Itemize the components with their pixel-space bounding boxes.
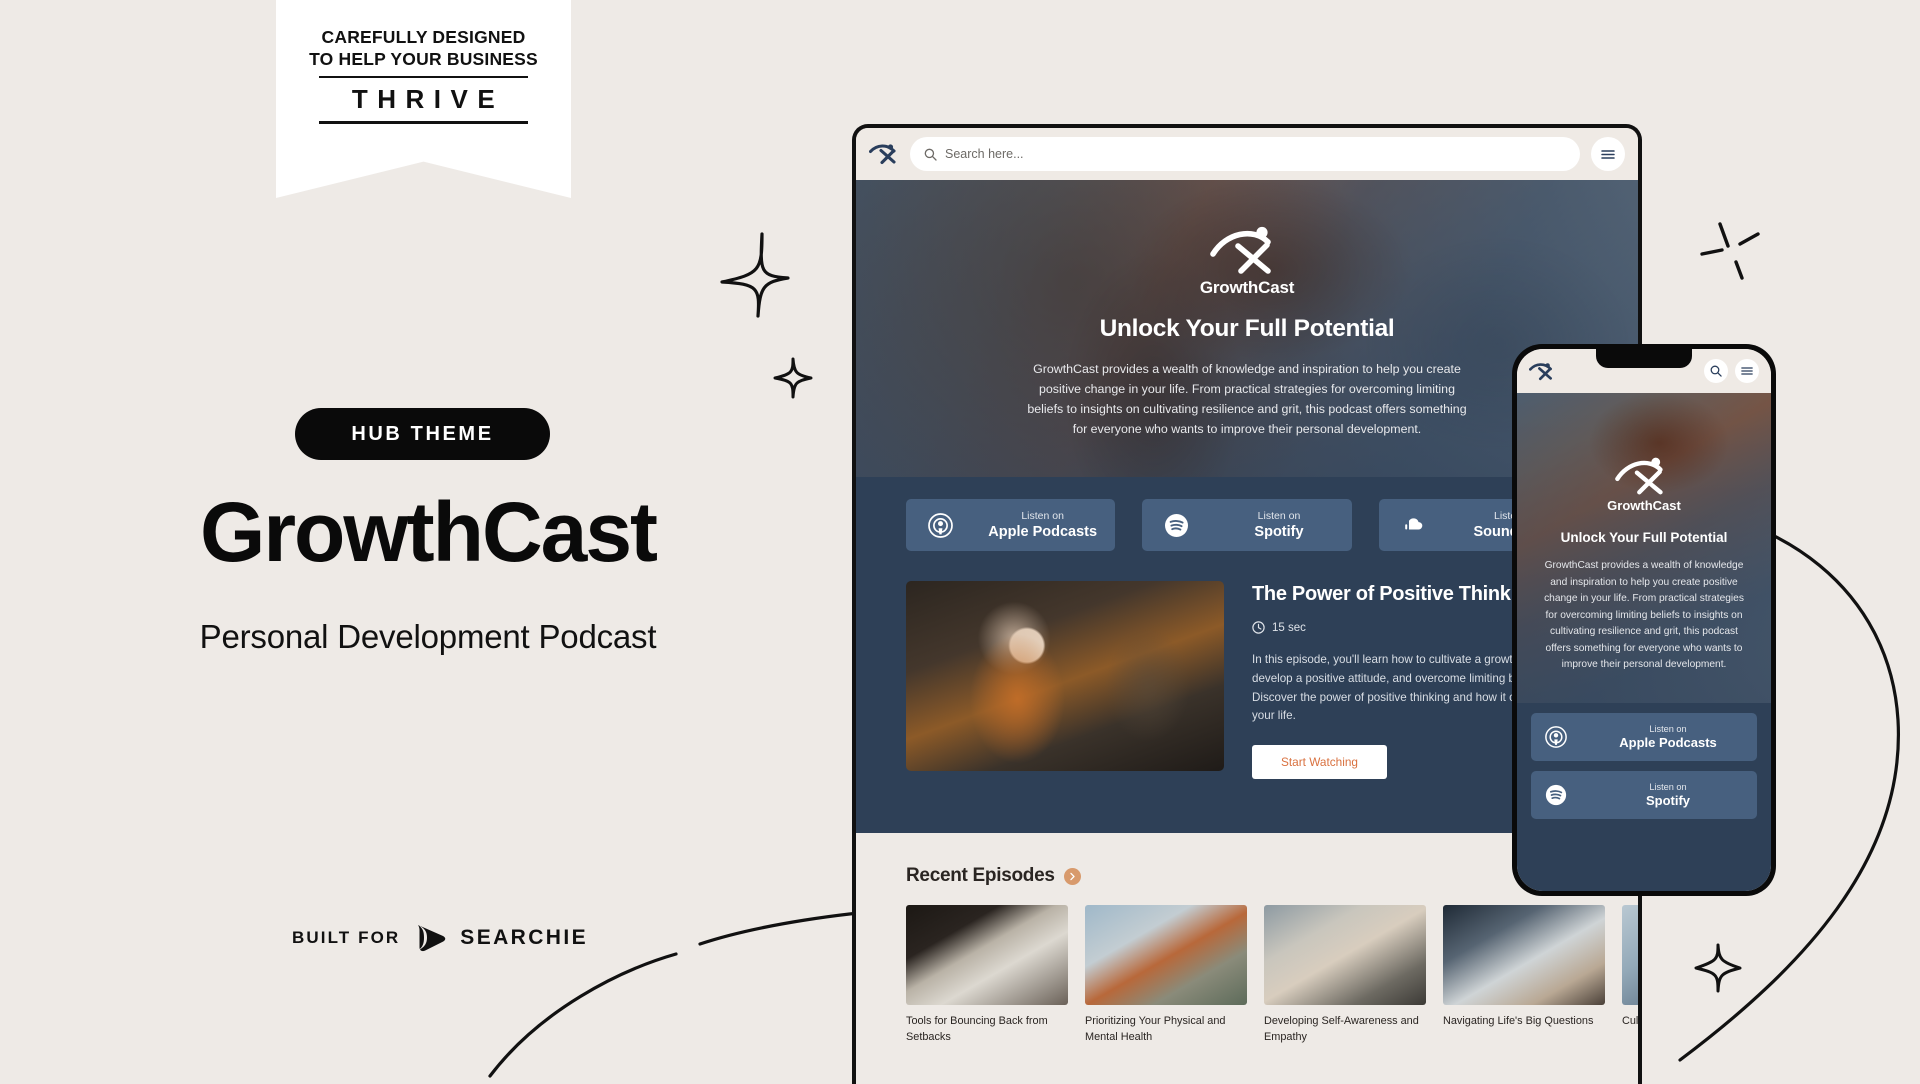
listen-prefix: Listen on [1257,510,1301,523]
built-for-block: BUILT FOR SEARCHIE [292,922,588,953]
platform-name: Apple Podcasts [988,523,1098,540]
featured-episode-duration: 15 sec [1272,621,1306,634]
phone-hero-paragraph: GrowthCast provides a wealth of knowledg… [1544,560,1744,671]
phone-listen-spotify-button[interactable]: Listen on Spotify [1531,771,1757,819]
built-for-label: BUILT FOR [292,927,401,947]
phone-search-button[interactable] [1704,359,1728,383]
episode-title: Prioritizing Your Physical and Mental He… [1085,1015,1226,1043]
search-icon [1710,365,1722,377]
episode-thumbnail [1085,905,1247,1006]
platform-name: Spotify [1254,523,1304,540]
spotify-icon [1545,784,1567,806]
growthcast-logo-icon [1210,226,1271,274]
hero-brand-name: GrowthCast [1199,278,1295,297]
listen-spotify-button[interactable]: Listen on Spotify [1142,499,1352,551]
browser-header: Search here... [856,128,1638,180]
platform-name: Apple Podcasts [1619,735,1717,751]
built-for-brand: SEARCHIE [460,925,589,949]
ribbon-line-1: CAREFULLY DESIGNED [321,27,526,47]
ribbon-divider-bottom [319,121,528,124]
episode-title: Cultivating [1622,1015,1642,1028]
chevron-right-icon [1069,872,1075,880]
growthcast-logo-icon[interactable] [1529,362,1555,381]
spotify-icon [1165,513,1189,537]
recent-episodes-header: Recent Episodes [906,865,1588,887]
soundcloud-icon [1404,517,1422,529]
hamburger-icon [1601,149,1615,159]
phone-listen-apple-podcasts-button[interactable]: Listen on Apple Podcasts [1531,713,1757,761]
phone-platform-links: Listen on Apple Podcasts Listen on Spoti… [1517,703,1771,891]
episode-title: Tools for Bouncing Back from Setbacks [906,1015,1048,1043]
hero-brand-block: GrowthCast [1200,224,1294,298]
apple-podcasts-icon [928,512,953,538]
start-watching-button[interactable]: Start Watching [1252,745,1387,780]
episode-card[interactable]: Developing Self-Awareness and Empathy [1264,905,1426,1045]
sparkle-burst-icon [1700,222,1760,280]
episode-card[interactable]: Cultivating [1622,905,1642,1045]
clock-icon [1252,621,1265,634]
search-input[interactable]: Search here... [910,137,1580,171]
poster-stage: CAREFULLY DESIGNED TO HELP YOUR BUSINESS… [0,0,1920,1084]
episode-thumbnail [1264,905,1426,1006]
growthcast-logo-icon [1615,457,1663,495]
phone-hero-section: GrowthCast Unlock Your Full Potential Gr… [1517,393,1771,703]
episode-title: Developing Self-Awareness and Empathy [1264,1015,1419,1043]
searchie-logo-icon [418,925,446,952]
apple-podcasts-icon [1545,726,1567,748]
ribbon-divider-top [319,75,528,79]
episode-thumbnail [906,905,1068,1006]
menu-button[interactable] [1591,137,1625,171]
sparkle-tiny-icon [1694,943,1742,993]
page-title: GrowthCast [199,485,658,579]
phone-hero-heading: Unlock Your Full Potential [1560,530,1728,545]
listen-prefix: Listen on [1649,781,1687,792]
episode-card[interactable]: Tools for Bouncing Back from Setbacks [906,905,1068,1045]
phone-menu-button[interactable] [1735,359,1759,383]
episode-card[interactable]: Navigating Life's Big Questions [1443,905,1605,1045]
platform-name: Spotify [1645,793,1691,809]
phone-notch [1596,349,1692,368]
episode-title: Navigating Life's Big Questions [1443,1015,1594,1028]
listen-apple-podcasts-button[interactable]: Listen on Apple Podcasts [906,499,1116,551]
ribbon-thrive-word: THRIVE [351,84,505,115]
hero-heading: Unlock Your Full Potential [1099,315,1395,342]
listen-prefix: Listen on [1649,723,1687,734]
recent-episodes-grid: Tools for Bouncing Back from Setbacks Pr… [906,905,1638,1045]
search-icon [924,148,937,161]
phone-mockup: GrowthCast Unlock Your Full Potential Gr… [1512,344,1776,896]
hub-theme-badge: HUB THEME [295,408,550,460]
featured-episode-thumbnail[interactable] [906,581,1224,771]
episode-thumbnail [1443,905,1605,1006]
hub-theme-label: HUB THEME [351,422,494,445]
hamburger-icon [1741,367,1753,375]
phone-hero-brand: GrowthCast [1607,498,1681,513]
page-subtitle: Personal Development Podcast [199,618,657,655]
listen-prefix: Listen on [1021,510,1064,523]
hero-paragraph: GrowthCast provides a wealth of knowledg… [1027,362,1467,437]
growthcast-logo-icon[interactable] [869,143,899,165]
episode-card[interactable]: Prioritizing Your Physical and Mental He… [1085,905,1247,1045]
ribbon-line-2: TO HELP YOUR BUSINESS [309,49,538,70]
recent-episodes-next-button[interactable] [1063,867,1081,885]
recent-episodes-heading: Recent Episodes [906,865,1055,887]
episode-thumbnail [1622,905,1638,1006]
search-placeholder: Search here... [945,147,1024,161]
